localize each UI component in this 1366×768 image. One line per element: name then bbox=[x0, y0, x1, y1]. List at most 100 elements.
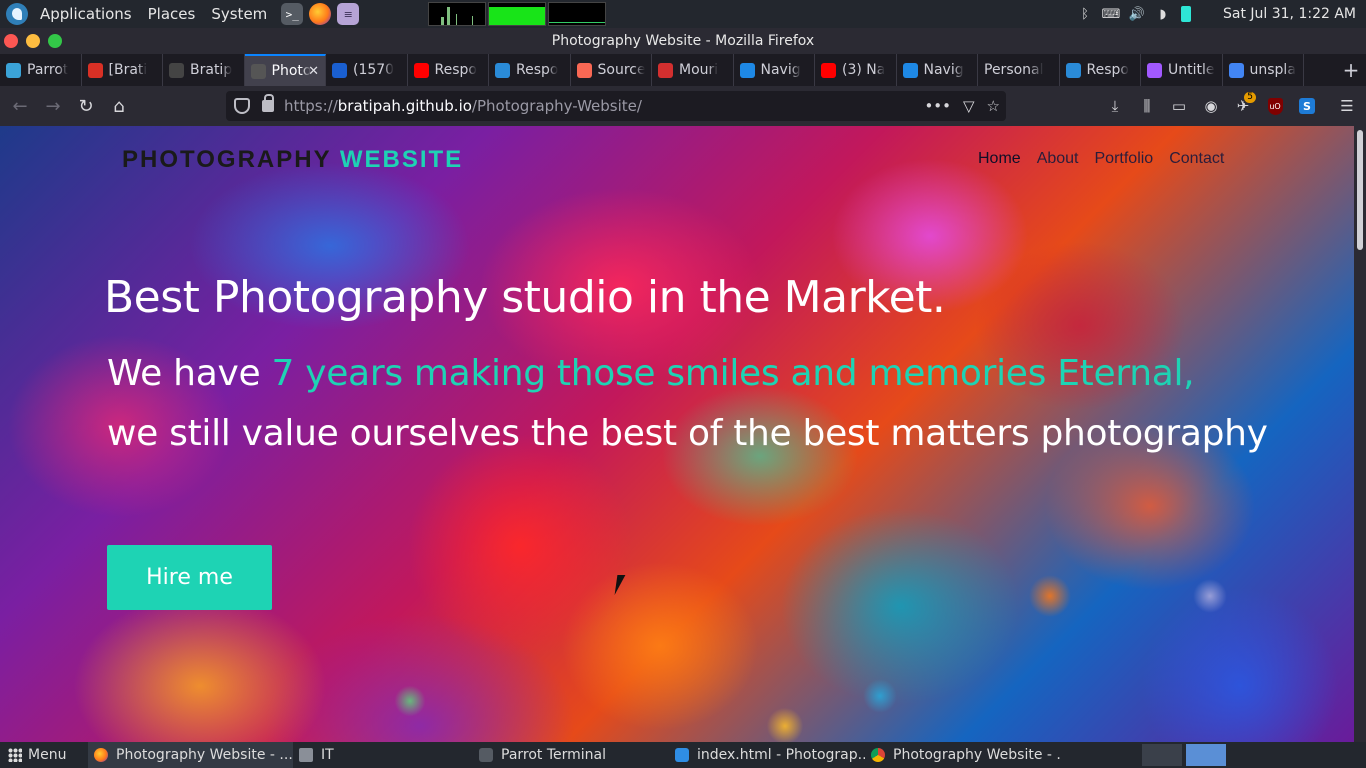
applications-menu[interactable]: Applications bbox=[32, 0, 140, 28]
tab-label: Navig bbox=[923, 62, 964, 78]
chrome-icon bbox=[871, 748, 885, 762]
firefox-launcher-icon[interactable] bbox=[309, 3, 332, 25]
browser-tab[interactable]: [Brati bbox=[82, 54, 163, 86]
forward-button[interactable]: → bbox=[37, 90, 69, 122]
page-scrollbar[interactable] bbox=[1354, 126, 1366, 742]
workspace-2[interactable] bbox=[1186, 744, 1226, 766]
browser-tab[interactable]: Mouri bbox=[652, 54, 734, 86]
nav-link-about[interactable]: About bbox=[1037, 150, 1079, 168]
text-editor-launcher-icon[interactable]: ≡ bbox=[337, 3, 360, 25]
browser-tab[interactable]: (3) Na bbox=[815, 54, 897, 86]
close-tab-icon[interactable]: ✕ bbox=[308, 64, 319, 79]
hero-section: Best Photography studio in the Market. W… bbox=[104, 270, 1284, 464]
clock[interactable]: Sat Jul 31, 1:22 AM bbox=[1223, 6, 1356, 22]
hero-sub-after: we still value ourselves the best of the… bbox=[107, 413, 1268, 454]
browser-tab[interactable]: Respo bbox=[489, 54, 571, 86]
s-extension-icon[interactable]: S bbox=[1294, 90, 1320, 122]
browser-tab[interactable]: Navig bbox=[897, 54, 978, 86]
workspace-1[interactable] bbox=[1142, 744, 1182, 766]
lock-icon[interactable] bbox=[262, 94, 274, 112]
nav-link-portfolio[interactable]: Portfolio bbox=[1095, 150, 1154, 168]
browser-tab[interactable]: Untitle bbox=[1141, 54, 1223, 86]
window-maximize-button[interactable] bbox=[48, 34, 62, 48]
vscode-icon bbox=[675, 748, 689, 762]
places-menu[interactable]: Places bbox=[140, 0, 204, 28]
browser-tab[interactable]: Parrot bbox=[0, 54, 82, 86]
browser-tab[interactable]: unspla bbox=[1223, 54, 1304, 86]
extension-badge-count: 5 bbox=[1244, 92, 1256, 103]
tab-label: (3) Na bbox=[842, 62, 886, 78]
tracking-protection-icon[interactable] bbox=[234, 98, 250, 114]
browser-tab[interactable]: Bratip bbox=[163, 54, 245, 86]
tab-label: Untitle bbox=[1168, 62, 1215, 78]
youtube-icon bbox=[413, 62, 429, 78]
page-icon bbox=[250, 63, 266, 79]
browser-tab[interactable]: Navig bbox=[734, 54, 815, 86]
window-controls bbox=[4, 34, 62, 48]
new-tab-button[interactable]: + bbox=[1336, 54, 1366, 86]
extension-badge-icon[interactable]: ✈ 5 bbox=[1230, 90, 1256, 122]
menu-hamburger-icon[interactable]: ☰ bbox=[1334, 90, 1360, 122]
bluetooth-icon[interactable]: ᛒ bbox=[1077, 6, 1093, 22]
coding-ninjas-icon bbox=[1065, 62, 1081, 78]
wifi-icon[interactable]: ◗ bbox=[1155, 6, 1171, 22]
system-menu[interactable]: System bbox=[203, 0, 275, 28]
site-header: PHOTOGRAPHY WEBSITE Home About Portfolio… bbox=[0, 126, 1354, 188]
back-button[interactable]: ← bbox=[4, 90, 36, 122]
taskbar-item[interactable]: Parrot Terminal bbox=[473, 742, 669, 768]
url-bar[interactable]: https://bratipah.github.io/Photography-W… bbox=[226, 91, 1006, 121]
taskbar-item[interactable]: Photography Website - ... bbox=[88, 742, 293, 768]
scrollbar-thumb[interactable] bbox=[1357, 130, 1363, 250]
browser-tab[interactable]: Personal bbox=[978, 54, 1060, 86]
window-close-button[interactable] bbox=[4, 34, 18, 48]
c-icon bbox=[739, 62, 755, 78]
ublock-origin-icon[interactable]: uO bbox=[1262, 90, 1288, 122]
browser-tab[interactable]: Source bbox=[571, 54, 652, 86]
tab-label: Bratip bbox=[190, 62, 233, 78]
site-brand[interactable]: PHOTOGRAPHY WEBSITE bbox=[122, 146, 463, 174]
keyboard-icon[interactable]: ⌨ bbox=[1102, 6, 1121, 22]
browser-tab[interactable]: (1570 bbox=[326, 54, 408, 86]
tab-label: Parrot bbox=[27, 62, 69, 78]
pocket-icon[interactable]: ▽ bbox=[963, 97, 975, 115]
tab-label: Respo bbox=[434, 62, 477, 78]
account-icon[interactable]: ◉ bbox=[1198, 90, 1224, 122]
page-actions-icon[interactable]: ••• bbox=[924, 97, 951, 115]
sidebar-icon[interactable]: ▭ bbox=[1166, 90, 1192, 122]
taskbar-item[interactable]: Photography Website - ... bbox=[865, 742, 1061, 768]
taskbar-item[interactable]: index.html - Photograp... bbox=[669, 742, 865, 768]
taskbar-item-label: Photography Website - ... bbox=[893, 747, 1061, 763]
url-host: bratipah.github.io bbox=[337, 97, 472, 115]
bookmark-star-icon[interactable]: ☆ bbox=[987, 97, 1000, 115]
taskbar-item-label: Parrot Terminal bbox=[501, 747, 607, 763]
youtube-icon bbox=[821, 62, 836, 78]
gmail-icon bbox=[87, 62, 103, 78]
window-minimize-button[interactable] bbox=[26, 34, 40, 48]
browser-tab[interactable]: Respo bbox=[1060, 54, 1141, 86]
library-icon[interactable]: ⫼ bbox=[1134, 90, 1160, 122]
coding-ninjas-icon bbox=[495, 62, 510, 78]
panel-menu: Applications Places System >_ ≡ bbox=[0, 0, 360, 28]
browser-tab[interactable]: Photo ✕ bbox=[244, 54, 326, 86]
tab-label: Respo bbox=[1086, 62, 1129, 78]
browser-tab[interactable]: Respo bbox=[408, 54, 489, 86]
nav-link-home[interactable]: Home bbox=[978, 150, 1021, 168]
downloads-icon[interactable]: ⤓ bbox=[1102, 90, 1128, 122]
url-text[interactable]: https://bratipah.github.io/Photography-W… bbox=[284, 97, 642, 115]
c-icon bbox=[902, 62, 918, 78]
tab-label: [Brati bbox=[108, 62, 148, 78]
hire-me-button[interactable]: Hire me bbox=[107, 545, 272, 610]
hero-subtext: We have 7 years making those smiles and … bbox=[104, 344, 1284, 464]
reload-button[interactable]: ↻ bbox=[70, 90, 102, 122]
taskbar-menu-button[interactable]: Menu bbox=[0, 747, 88, 763]
tab-label: Photo bbox=[271, 63, 312, 79]
taskbar-item[interactable]: IT bbox=[293, 742, 473, 768]
battery-icon[interactable] bbox=[1180, 6, 1191, 22]
volume-icon[interactable]: 🔊 bbox=[1129, 6, 1145, 22]
firefox-icon bbox=[94, 748, 108, 762]
parrot-logo-icon[interactable] bbox=[6, 3, 28, 25]
terminal-icon bbox=[479, 748, 493, 762]
home-button[interactable]: ⌂ bbox=[103, 90, 135, 122]
terminal-launcher-icon[interactable]: >_ bbox=[281, 3, 304, 25]
nav-link-contact[interactable]: Contact bbox=[1169, 150, 1224, 168]
